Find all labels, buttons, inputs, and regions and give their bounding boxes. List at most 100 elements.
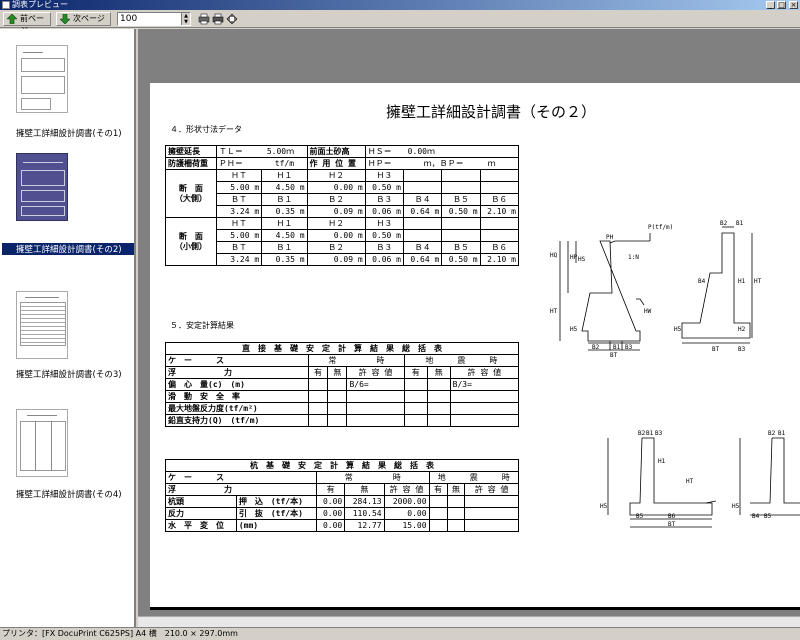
shape-cell: 3.24 m	[215, 205, 263, 218]
close-button[interactable]: ×	[789, 1, 798, 9]
small-section-label: 断 面 （小側）	[165, 217, 217, 266]
shape-cell: Ｂ５	[441, 241, 481, 254]
shape-cell: ＢＴ	[215, 241, 263, 254]
print-icon[interactable]	[212, 13, 224, 25]
shape-cell: 0.50 m	[441, 205, 481, 218]
direct-cell	[327, 378, 348, 391]
shape-cell: 擁壁延長	[165, 145, 217, 158]
zoom-spinner[interactable]: ▲ ▼	[181, 13, 190, 25]
shape-cell: ＰＨ＝ tf/m	[215, 157, 308, 170]
thumbnail-page-1[interactable]	[16, 45, 68, 113]
pile-cell: 284.13	[344, 495, 385, 508]
shape-cell: 0.64 m	[402, 253, 443, 266]
document-page: 擁壁工詳細設計調書（その２） ４．形状寸法データ 擁壁延長 ＴＬ＝ 5.00ｍ 前面…	[150, 83, 800, 610]
pile-cell: 水 平 変 位	[165, 519, 237, 532]
pile-cell: 0.00	[383, 507, 430, 520]
diagram-label: H5	[600, 503, 608, 510]
diagram-label: B1	[778, 430, 786, 437]
pile-cell: 110.54	[344, 507, 385, 520]
export-icon[interactable]	[226, 13, 238, 25]
shape-cell: 0.50 m	[364, 181, 405, 194]
direct-cell	[403, 402, 428, 415]
direct-foundation-table: 直 接 基 礎 安 定 計 算 結 果 総 括 表 ケ ー ス常 時地 震 時 …	[165, 342, 520, 427]
preview-area[interactable]: 擁壁工詳細設計調書（その２） ４．形状寸法データ 擁壁延長 ＴＬ＝ 5.00ｍ 前面…	[138, 29, 800, 627]
thumbnail-label-2[interactable]: 擁壁工詳細設計調書(その2)	[2, 243, 134, 255]
direct-cell: 浮 力	[165, 366, 309, 379]
diagram-label: BT	[610, 352, 618, 359]
thumbnail-page-4[interactable]	[16, 409, 68, 477]
shape-cell: 0.64 m	[402, 205, 443, 218]
shape-cell: 2.10 m	[479, 253, 520, 266]
shape-cell: 0.09 m	[306, 205, 366, 218]
diagram-label: B2	[720, 220, 728, 227]
pile-cell: 15.00	[383, 519, 430, 532]
pile-cell: 引 抜 (tf/本)	[235, 507, 318, 520]
diagram-label: PH	[606, 234, 614, 241]
shape-cell: 0.00 m	[306, 229, 366, 242]
diagram-label: B1	[736, 220, 744, 227]
direct-cell: 無	[426, 366, 451, 379]
shape-cell: ＨＰ＝ ｍ，ＢＰ＝ ｍ	[364, 157, 520, 170]
diagram-bottom-left	[607, 437, 717, 528]
direct-cell	[327, 390, 348, 403]
direct-cell	[426, 390, 451, 403]
diagram-label: B1	[646, 430, 654, 437]
diagram-label: H5	[732, 503, 740, 510]
shape-cell: Ｂ２	[306, 241, 366, 254]
thumbnail-label-3[interactable]: 擁壁工詳細設計調書(その3)	[2, 368, 134, 380]
printer-setup-icon[interactable]	[198, 13, 210, 25]
thumbnail-page-3[interactable]	[16, 291, 68, 359]
diagram-label: H5	[674, 326, 682, 333]
diagram-label: B3	[738, 346, 746, 353]
shape-cell: 2.10 m	[479, 205, 520, 218]
pile-cell	[446, 495, 466, 508]
direct-cell	[449, 402, 520, 415]
diagram-label: 1:N	[628, 254, 639, 261]
diagram-label: P(tf/m)	[648, 224, 673, 231]
pile-cell: 0.00	[316, 495, 346, 508]
app-icon	[2, 1, 10, 9]
big-section-label: 断 面 （大側）	[165, 169, 217, 218]
shape-cell: ＴＬ＝ 5.00ｍ	[215, 145, 308, 158]
section5-heading: ５．安定計算結果	[170, 321, 234, 330]
next-page-button[interactable]: 次ページ	[56, 12, 111, 26]
direct-cell	[426, 414, 451, 427]
direct-cell	[403, 390, 428, 403]
direct-cell	[403, 414, 428, 427]
diagram-bottom-right	[739, 437, 800, 516]
pile-cell	[428, 519, 448, 532]
thumbnail-pane: 擁壁工詳細設計調書(その1) 擁壁工詳細設計調書(その2) 擁壁工詳細設計調書(…	[0, 29, 136, 627]
thumbnail-label-4[interactable]: 擁壁工詳細設計調書(その4)	[2, 488, 134, 500]
direct-cell: 有	[403, 366, 428, 379]
app-window: 調表プレビュー _ □ × 前ページ 次ページ 100 ▲▼ 擁壁工詳細設計調書…	[0, 0, 800, 640]
shape-cell: Ｈ３	[364, 217, 405, 230]
thumbnail-page-2[interactable]	[16, 153, 68, 221]
status-text: プリンタ：[FX DocuPrint C625PS] A4 横 210.0 × …	[2, 629, 238, 638]
diagram-label: B6	[668, 513, 676, 520]
direct-cell	[327, 414, 348, 427]
wall-diagrams: P(tf/m) PH 1:N HQ HP HS HT H5 HW B2 B1 B…	[550, 220, 800, 528]
pile-cell	[446, 507, 466, 520]
diagram-label: B1	[613, 344, 621, 351]
direct-cell: 許 容 値	[346, 366, 405, 379]
diagram-label: HW	[644, 308, 652, 315]
maximize-button[interactable]: □	[777, 1, 786, 9]
pile-cell: 有	[428, 483, 448, 496]
shape-cell: 0.06 m	[364, 253, 405, 266]
zoom-input[interactable]: 100 ▲ ▼	[117, 12, 191, 26]
zoom-value: 100	[120, 14, 138, 24]
pile-cell: 無	[446, 483, 466, 496]
diagram-label: B5	[764, 513, 772, 520]
shape-cell: Ｂ６	[479, 193, 520, 206]
prev-page-button[interactable]: 前ページ	[3, 12, 51, 35]
next-page-label: 次ページ	[73, 14, 105, 23]
thumbnail-label-1[interactable]: 擁壁工詳細設計調書(その1)	[2, 127, 134, 139]
shape-cell: 4.50 m	[261, 229, 308, 242]
minimize-button[interactable]: _	[766, 1, 775, 9]
direct-cell	[346, 414, 405, 427]
horizontal-scrollbar[interactable]	[138, 616, 800, 627]
diagram-label: B5	[636, 513, 644, 520]
direct-cell	[327, 402, 348, 415]
status-bar: プリンタ：[FX DocuPrint C625PS] A4 横 210.0 × …	[0, 627, 800, 640]
shape-cell: 4.50 m	[261, 181, 308, 194]
